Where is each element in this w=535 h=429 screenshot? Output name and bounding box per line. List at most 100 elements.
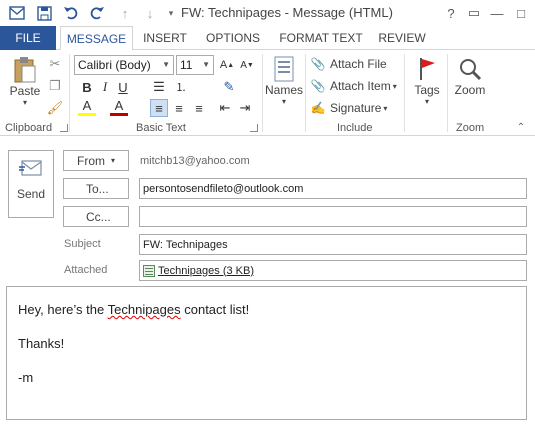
include-group-label: Include: [337, 122, 373, 134]
subject-field[interactable]: FW: Technipages: [139, 234, 527, 255]
paste-dropdown-icon[interactable]: ▾: [23, 98, 27, 107]
grow-font-icon[interactable]: A ▲: [218, 56, 236, 74]
underline-button[interactable]: U: [114, 78, 132, 96]
from-address: mitchb13@yahoo.com: [140, 155, 250, 167]
address-book-icon: [270, 55, 298, 83]
ribbon-tab-bar: FILE MESSAGE INSERT OPTIONS FORMAT TEXT …: [0, 26, 535, 51]
group-separator: [404, 54, 405, 132]
font-name-value: Calibri (Body): [78, 58, 151, 72]
to-field[interactable]: persontosendfileto@outlook.com: [139, 178, 527, 199]
attachment-name: Technipages (3 KB): [158, 264, 254, 277]
help-icon[interactable]: ?: [441, 4, 461, 22]
maximize-icon[interactable]: □: [511, 4, 531, 22]
from-button[interactable]: From ▾: [63, 150, 129, 171]
zoom-group-label: Zoom: [456, 122, 485, 134]
outlook-app-icon[interactable]: [8, 4, 26, 22]
collapse-ribbon-icon[interactable]: ⌃: [512, 118, 530, 136]
body-text: Hey, here’s the: [18, 302, 108, 317]
attached-label: Attached: [64, 264, 108, 276]
font-color-label: A: [114, 98, 124, 113]
italic-button[interactable]: I: [96, 78, 114, 96]
tab-file[interactable]: FILE: [0, 26, 56, 50]
font-color-button[interactable]: A: [110, 98, 128, 116]
attach-file-button[interactable]: 📎 Attach File: [310, 55, 387, 73]
cc-field[interactable]: [139, 206, 527, 227]
message-body-editor[interactable]: Hey, here’s the Technipages contact list…: [6, 286, 527, 420]
bold-button[interactable]: B: [78, 78, 96, 96]
copy-icon[interactable]: ❐: [46, 77, 64, 95]
font-size-select[interactable]: 11 ▼: [176, 55, 214, 75]
tags-label: Tags: [414, 83, 440, 97]
minimize-icon[interactable]: —: [487, 4, 507, 22]
format-painter-icon[interactable]: 🖌: [46, 99, 64, 117]
paste-label: Paste: [9, 84, 41, 98]
cut-icon[interactable]: ✂: [46, 55, 64, 73]
next-item-icon[interactable]: ↓: [141, 4, 159, 22]
zoom-label: Zoom: [454, 83, 486, 97]
attachment-item[interactable]: Technipages (3 KB): [143, 264, 254, 277]
signature-label: Signature: [330, 101, 382, 115]
attach-item-button[interactable]: 📎 Attach Item ▾: [310, 77, 397, 95]
send-icon: [19, 160, 42, 176]
clipboard-icon: [11, 56, 39, 84]
attach-item-label: Attach Item: [330, 79, 391, 93]
basic-text-group-label: Basic Text: [136, 122, 186, 134]
tags-button[interactable]: Tags ▾: [410, 55, 444, 106]
numbering-icon[interactable]: ⒈: [172, 78, 190, 96]
attach-item-icon: 📎: [310, 79, 326, 93]
tab-review[interactable]: REVIEW: [374, 26, 430, 50]
from-label: From: [77, 153, 105, 168]
ribbon: Paste ▾ ✂ ❐ 🖌 Clipboard Calibri (Body) ▼…: [0, 50, 535, 136]
chevron-down-icon: ▾: [392, 81, 397, 91]
tab-insert[interactable]: INSERT: [138, 26, 192, 50]
chevron-down-icon: ▾: [111, 156, 116, 165]
to-value: persontosendfileto@outlook.com: [143, 182, 304, 195]
previous-item-icon[interactable]: ↑: [116, 4, 134, 22]
body-line-3: -m: [18, 370, 34, 385]
align-right-icon[interactable]: ≡: [190, 99, 208, 117]
group-separator: [69, 54, 70, 132]
zoom-button[interactable]: Zoom: [452, 55, 488, 97]
body-line-2: Thanks!: [18, 336, 65, 351]
align-left-icon[interactable]: ≡: [150, 99, 168, 117]
to-button[interactable]: To...: [63, 178, 129, 199]
tab-message[interactable]: MESSAGE: [60, 26, 133, 51]
body-line-1: Hey, here’s the Technipages contact list…: [18, 302, 515, 318]
customize-qat-icon[interactable]: ▾: [162, 4, 180, 22]
send-button[interactable]: Send: [8, 150, 54, 218]
font-name-select[interactable]: Calibri (Body) ▼: [74, 55, 174, 75]
highlight-label: A: [82, 98, 92, 113]
cc-button[interactable]: Cc...: [63, 206, 129, 227]
title-bar: ↑ ↓ ▾ FW: Technipages - Message (HTML) ?…: [0, 0, 535, 26]
highlight-color-button[interactable]: A: [78, 98, 96, 116]
paste-button[interactable]: Paste ▾: [8, 56, 42, 107]
redo-icon[interactable]: [88, 4, 106, 22]
clipboard-launcher-icon[interactable]: [60, 124, 68, 132]
misspelled-word[interactable]: Technipages: [108, 302, 181, 317]
increase-indent-icon[interactable]: ⇥: [236, 99, 254, 117]
attachments-field: Technipages (3 KB): [139, 260, 527, 281]
tab-format-text[interactable]: FORMAT TEXT: [278, 26, 364, 50]
save-icon[interactable]: [35, 4, 53, 22]
shrink-font-icon[interactable]: A ▼: [238, 56, 256, 74]
clear-formatting-icon[interactable]: ✎: [220, 78, 238, 96]
attach-file-label: Attach File: [330, 57, 387, 71]
basic-text-launcher-icon[interactable]: [250, 124, 258, 132]
undo-icon[interactable]: [62, 4, 80, 22]
font-size-value: 11: [180, 58, 193, 72]
group-separator: [447, 54, 448, 132]
signature-button[interactable]: ✍ Signature ▾: [310, 99, 388, 117]
chevron-down-icon: ▾: [383, 103, 388, 113]
decrease-indent-icon[interactable]: ⇤: [216, 99, 234, 117]
flag-icon: [413, 55, 441, 83]
bullets-icon[interactable]: ☰: [150, 78, 168, 96]
names-label: Names: [265, 83, 304, 97]
align-center-icon[interactable]: ≡: [170, 99, 188, 117]
excel-file-icon: [143, 264, 155, 277]
ribbon-display-options-icon[interactable]: ▭: [464, 4, 484, 22]
subject-value: FW: Technipages: [143, 238, 228, 251]
tab-options[interactable]: OPTIONS: [200, 26, 266, 50]
subject-label: Subject: [64, 238, 101, 250]
chevron-down-icon: ▾: [281, 97, 286, 106]
names-button[interactable]: Names ▾: [265, 55, 304, 106]
